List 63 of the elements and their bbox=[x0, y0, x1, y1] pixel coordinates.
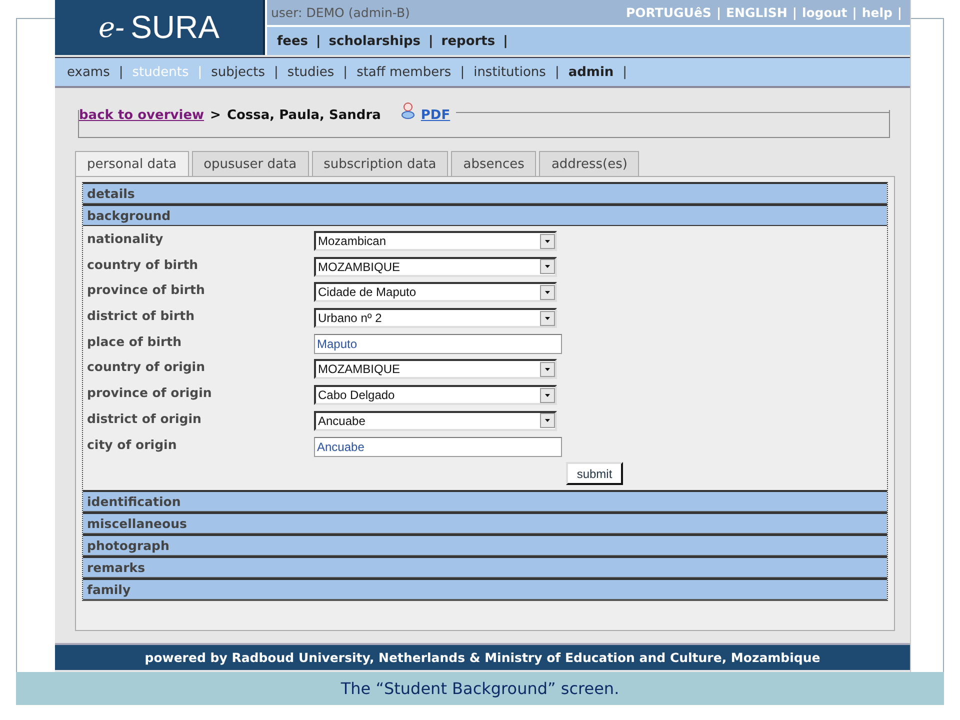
separator: | bbox=[554, 64, 560, 80]
separator: | bbox=[428, 34, 434, 48]
field-label: province of birth bbox=[87, 281, 206, 298]
separator: | bbox=[274, 64, 278, 80]
dropdown[interactable]: MOZAMBIQUE bbox=[314, 359, 557, 380]
field-label: district of origin bbox=[87, 410, 202, 426]
nav-link[interactable]: reports bbox=[441, 34, 496, 48]
logo: e- SURA bbox=[55, 0, 265, 55]
section-header[interactable]: background bbox=[83, 204, 887, 226]
menu-item[interactable]: studies bbox=[287, 64, 334, 80]
tab[interactable]: personal data bbox=[75, 151, 189, 176]
separator: | bbox=[118, 64, 124, 80]
tab[interactable]: subscription data bbox=[312, 151, 448, 176]
submit-button[interactable]: submit bbox=[566, 462, 623, 486]
nav-link[interactable]: scholarships bbox=[328, 34, 421, 48]
separator: | bbox=[460, 64, 465, 80]
field-label: province of origin bbox=[87, 384, 213, 400]
caption: The “Student Background” screen. bbox=[16, 672, 944, 705]
menu-item[interactable]: subjects bbox=[211, 64, 266, 80]
tab[interactable]: address(es) bbox=[539, 151, 640, 176]
separator: | bbox=[716, 5, 722, 20]
dropdown[interactable]: Cidade de Maputo bbox=[314, 282, 557, 302]
section-header[interactable]: miscellaneous bbox=[83, 512, 887, 534]
tab[interactable]: absences bbox=[451, 151, 536, 176]
field-label: city of origin bbox=[87, 436, 178, 452]
section-header[interactable]: remarks bbox=[83, 556, 887, 578]
tab[interactable]: opususer data bbox=[192, 151, 309, 176]
separator: | bbox=[316, 34, 321, 48]
section-header[interactable]: identification bbox=[83, 490, 887, 512]
separator: | bbox=[897, 5, 902, 20]
menu-item[interactable]: exams bbox=[67, 64, 110, 80]
separator: > bbox=[210, 108, 221, 123]
separator: | bbox=[503, 34, 508, 48]
menu-item[interactable]: admin bbox=[568, 64, 614, 80]
section-header[interactable]: photograph bbox=[83, 534, 887, 556]
input-field[interactable]: Ancuabe bbox=[314, 436, 562, 456]
separator: | bbox=[622, 64, 628, 80]
section-header[interactable]: family bbox=[83, 578, 887, 600]
dropdown[interactable]: Urbano nº 2 bbox=[314, 308, 557, 328]
field-label: nationality bbox=[87, 230, 164, 246]
student-name: Cossa, Paula, Sandra bbox=[226, 108, 381, 123]
dropdown[interactable]: Ancuabe bbox=[314, 410, 557, 431]
field-label: country of origin bbox=[87, 358, 206, 374]
nav-link[interactable]: fees bbox=[277, 34, 308, 48]
input-field[interactable]: Maputo bbox=[314, 334, 562, 354]
pdf-link[interactable]: PDF bbox=[420, 108, 450, 123]
section-header[interactable]: details bbox=[83, 182, 887, 204]
field-label: place of birth bbox=[87, 332, 183, 349]
separator: | bbox=[343, 64, 348, 80]
field-label: country of birth bbox=[87, 256, 200, 272]
separator: | bbox=[852, 5, 857, 20]
dropdown[interactable]: MOZAMBIQUE bbox=[314, 256, 557, 277]
dropdown[interactable]: Mozambican bbox=[314, 231, 557, 251]
person-icon bbox=[400, 102, 415, 119]
menu-item[interactable]: institutions bbox=[474, 64, 546, 80]
separator: | bbox=[198, 64, 202, 80]
menu-item[interactable]: staff members bbox=[356, 64, 452, 80]
footer: powered by Radboud University, Netherlands & Ministry of Education and Culture, Mozambique bbox=[55, 643, 910, 670]
back-link[interactable]: back to overview bbox=[79, 108, 204, 123]
dropdown[interactable]: Cabo Delgado bbox=[314, 385, 557, 406]
separator: | bbox=[792, 5, 797, 20]
user-label: user: DEMO (admin-B) bbox=[271, 5, 410, 20]
field-label: district of birth bbox=[87, 307, 196, 324]
